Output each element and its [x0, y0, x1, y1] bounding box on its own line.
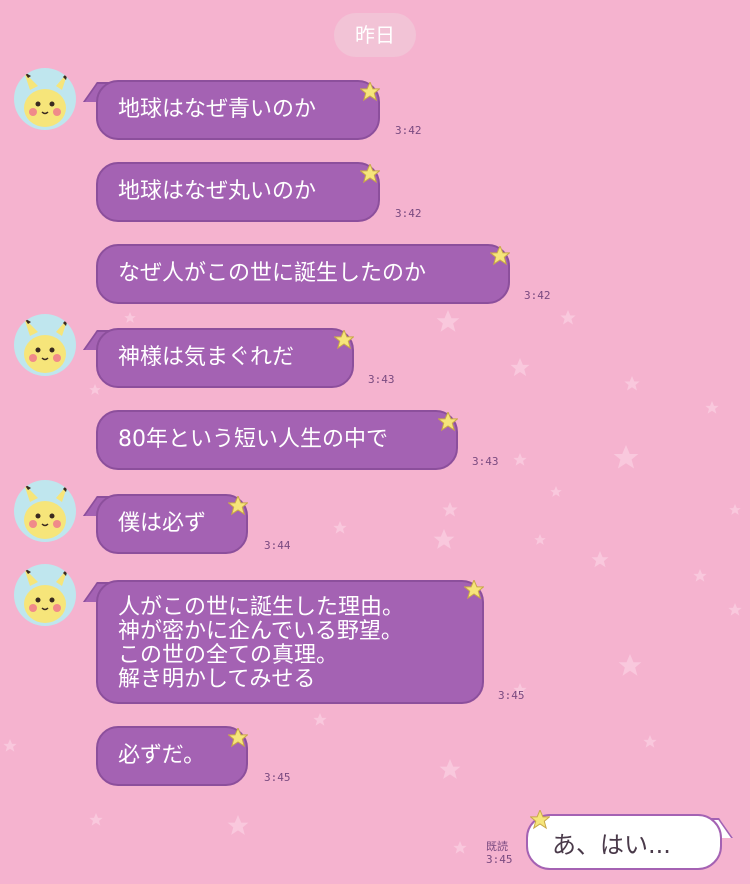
message-time: 3:42	[395, 124, 422, 137]
message-bubble[interactable]: 80年という短い人生の中で	[96, 410, 458, 470]
message-bubble[interactable]: 地球はなぜ丸いのか	[96, 162, 380, 222]
pikachu-avatar-icon[interactable]	[14, 68, 76, 130]
message-text: なぜ人がこの世に誕生したのか	[118, 261, 427, 286]
reply-bubble[interactable]: あ、はい...	[526, 814, 722, 870]
message-bubble[interactable]: 地球はなぜ青いのか	[96, 80, 380, 140]
date-separator: 昨日	[334, 13, 416, 57]
star-icon	[228, 496, 248, 516]
message-time: 3:45	[264, 771, 291, 784]
message-time: 3:42	[524, 289, 551, 302]
message-text: 地球はなぜ青いのか	[118, 97, 317, 122]
message-text: 僕は必ず	[118, 511, 207, 536]
message-bubble[interactable]: 神様は気まぐれだ	[96, 328, 354, 388]
message-time: 3:45	[498, 689, 525, 702]
message-time: 3:43	[368, 373, 395, 386]
message-time: 3:44	[264, 539, 291, 552]
pikachu-avatar-icon[interactable]	[14, 314, 76, 376]
message-bubble[interactable]: 人がこの世に誕生した理由。 神が密かに企んでいる野望。 この世の全ての真理。 解…	[96, 580, 484, 704]
star-icon	[490, 246, 510, 266]
message-time: 3:42	[395, 207, 422, 220]
pikachu-avatar-icon[interactable]	[14, 480, 76, 542]
star-icon	[438, 412, 458, 432]
star-icon	[334, 330, 354, 350]
star-icon	[228, 728, 248, 748]
star-icon	[360, 82, 380, 102]
reply-time: 3:45	[486, 853, 513, 866]
star-icon	[530, 810, 550, 830]
message-text: 必ずだ。	[118, 743, 206, 768]
message-text: 神様は気まぐれだ	[118, 345, 295, 370]
message-text: 人がこの世に誕生した理由。 神が密かに企んでいる野望。 この世の全ての真理。 解…	[118, 595, 405, 692]
read-label: 既読	[486, 840, 508, 853]
message-bubble[interactable]: 僕は必ず	[96, 494, 248, 554]
message-bubble[interactable]: 必ずだ。	[96, 726, 248, 786]
message-time: 3:43	[472, 455, 499, 468]
message-text: 80年という短い人生の中で	[118, 427, 388, 452]
pikachu-avatar-icon[interactable]	[14, 564, 76, 626]
star-icon	[464, 580, 484, 600]
message-bubble[interactable]: なぜ人がこの世に誕生したのか	[96, 244, 510, 304]
message-text: 地球はなぜ丸いのか	[118, 179, 317, 204]
read-receipt: 既読 3:45	[486, 840, 513, 866]
star-icon	[360, 164, 380, 184]
reply-text: あ、はい...	[552, 830, 671, 859]
